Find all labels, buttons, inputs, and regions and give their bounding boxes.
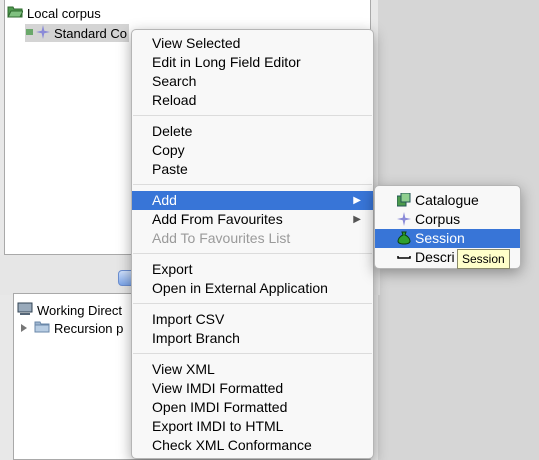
menu-item-search[interactable]: Search [132,72,373,91]
folder-icon [34,320,50,336]
menu-item-paste[interactable]: Paste [132,160,373,179]
menu-item-add-from-favourites[interactable]: Add From Favourites ▶ [132,210,373,229]
menu-separator [133,353,372,354]
menu-item-copy[interactable]: Copy [132,141,373,160]
submenu-item-corpus[interactable]: Corpus [375,210,520,229]
menu-item-open-imdi-formatted[interactable]: Open IMDI Formatted [132,398,373,417]
submenu-item-catalogue[interactable]: Catalogue [375,191,520,210]
tree-root-working-directory[interactable]: Working Direct [17,301,122,319]
context-menu: View Selected Edit in Long Field Editor … [131,29,374,459]
session-icon [397,231,411,245]
description-icon [397,250,411,264]
menu-item-open-external[interactable]: Open in External Application [132,279,373,298]
menu-item-add-to-favourites: Add To Favourites List [152,230,291,246]
computer-icon [17,302,33,319]
tree-item-label: Standard Co [54,25,127,41]
menu-item-view-selected[interactable]: View Selected [132,34,373,53]
submenu-arrow-icon: ▶ [353,195,361,206]
tree-root-label: Local corpus [27,5,101,21]
menu-item-reload[interactable]: Reload [132,91,373,110]
expand-triangle-icon[interactable] [20,321,28,336]
menu-item-export[interactable]: Export [132,260,373,279]
menu-item-import-branch[interactable]: Import Branch [132,329,373,348]
menu-separator [133,303,372,304]
menu-separator [133,184,372,185]
catalogue-icon [396,192,411,207]
submenu-item-session[interactable]: Session [375,229,520,248]
menu-item-add[interactable]: Add ▶ [132,191,373,210]
tree-root-local-corpus[interactable]: Local corpus [7,4,101,22]
menu-item-delete[interactable]: Delete [132,122,373,141]
tooltip: Session [457,249,510,269]
menu-item-edit-long-field[interactable]: Edit in Long Field Editor [132,53,373,72]
tree-item-standard-corpus[interactable]: Standard Co [25,24,129,42]
tree-item-label: Recursion p [54,320,124,336]
menu-item-view-imdi-formatted[interactable]: View IMDI Formatted [132,379,373,398]
tree-item-recursion[interactable]: Recursion p [20,319,123,337]
menu-item-export-imdi-html[interactable]: Export IMDI to HTML [132,417,373,436]
menu-item-import-csv[interactable]: Import CSV [132,310,373,329]
tree-connector-icon [25,26,35,41]
corpus-icon [397,212,411,226]
tree-root-label: Working Direct [37,302,123,318]
corpus-star-icon [36,24,50,42]
menu-separator [133,115,372,116]
menu-separator [133,253,372,254]
menu-item-check-xml[interactable]: Check XML Conformance [132,436,373,455]
green-folder-icon [7,5,24,21]
submenu-arrow-icon: ▶ [353,214,361,225]
menu-item-view-xml[interactable]: View XML [132,360,373,379]
